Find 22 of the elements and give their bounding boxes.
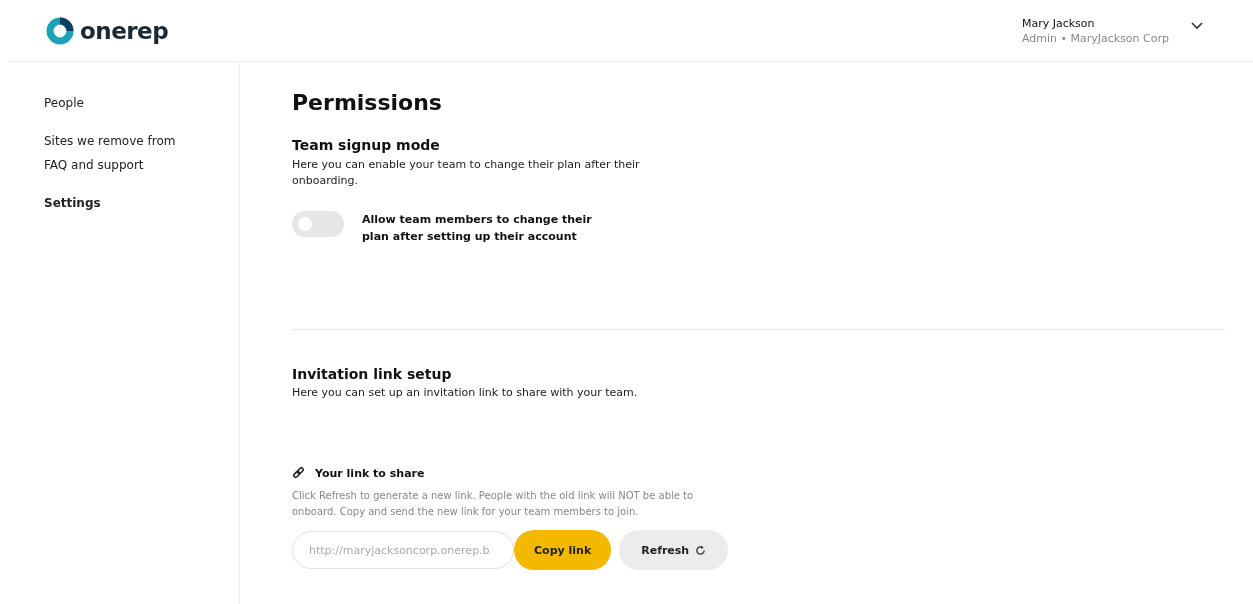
- section-description: Here you can set up an invitation link to share with your team.: [292, 386, 639, 399]
- section-title: Team signup mode: [292, 137, 441, 153]
- link-help-text: Click Refresh to generate a new link. People with the old link will NOT be able to onboard. Copy and send the new link for your team members to join.: [292, 489, 695, 519]
- sidebar-item[interactable]: Settings: [44, 196, 101, 210]
- section-description: Here you can enable your team to change their plan after their onboarding.: [292, 157, 641, 189]
- link-icon: [292, 467, 305, 480]
- refresh-button[interactable]: Refresh: [619, 530, 729, 570]
- sidebar-item[interactable]: People: [44, 96, 84, 110]
- chevron-down-icon[interactable]: [1191, 21, 1203, 30]
- user-role: Admin • MaryJackson Corp: [1021, 30, 1169, 46]
- toggle-label: Allow team members to change their plan after setting up their account: [362, 212, 593, 245]
- refresh-icon: [695, 544, 707, 556]
- logo-icon: [46, 16, 74, 45]
- page-title: Permissions: [292, 90, 443, 115]
- user-name: Mary Jackson: [1021, 15, 1096, 31]
- copy-link-button[interactable]: Copy link: [514, 530, 612, 570]
- toggle-switch[interactable]: [292, 211, 344, 237]
- sidebar-item[interactable]: FAQ and support: [44, 158, 144, 172]
- sidebar-item[interactable]: Sites we remove from: [44, 134, 176, 148]
- brand-name: onerep: [80, 17, 169, 44]
- section-title: Invitation link setup: [292, 366, 453, 382]
- link-title: Your link to share: [315, 467, 425, 480]
